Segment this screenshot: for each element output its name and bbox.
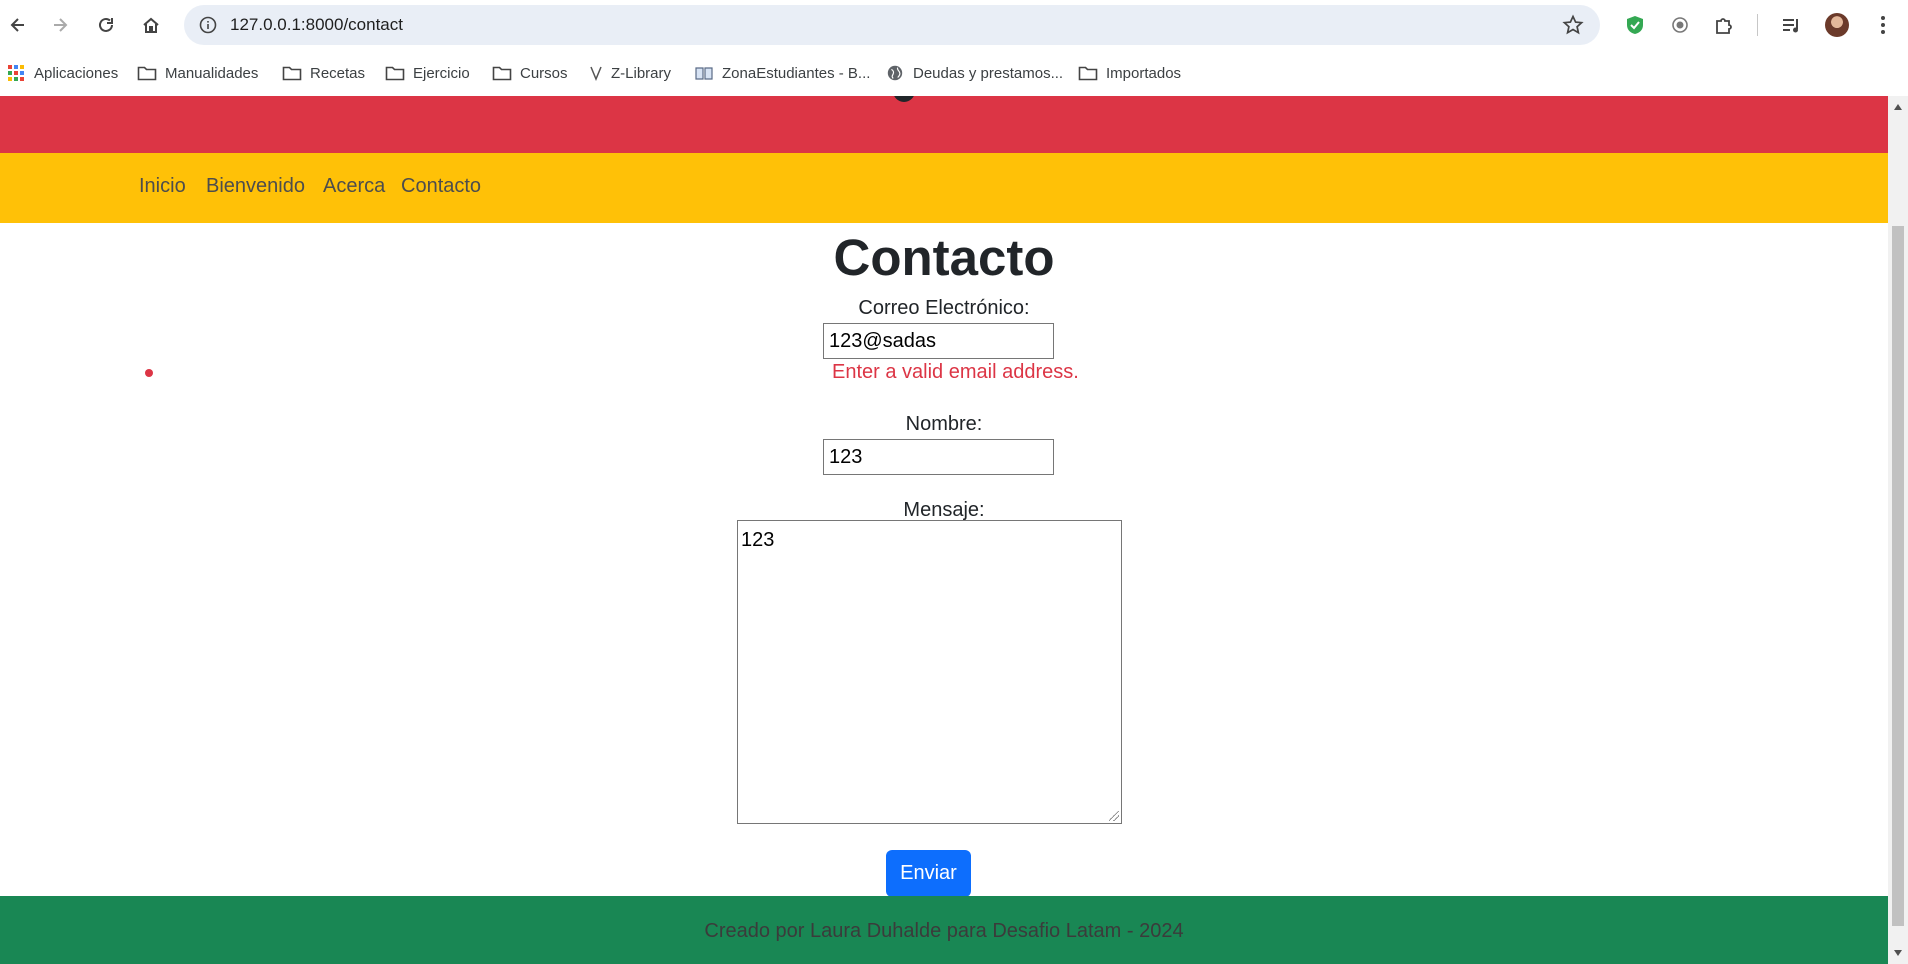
- profile-avatar[interactable]: [1825, 13, 1849, 37]
- scroll-down-arrow-icon[interactable]: [1894, 950, 1902, 956]
- nav-link-inicio[interactable]: Inicio: [139, 173, 186, 199]
- apps-grid-icon: [8, 65, 24, 81]
- nav-link-contacto[interactable]: Contacto: [401, 173, 481, 199]
- zlibrary-icon: [590, 66, 602, 81]
- menu-kebab-icon[interactable]: [1871, 13, 1895, 37]
- bookmark-label: Manualidades: [165, 64, 259, 82]
- record-extension-icon[interactable]: [1668, 13, 1692, 37]
- nav-link-acerca[interactable]: Acerca: [323, 173, 385, 199]
- back-icon[interactable]: [4, 11, 32, 39]
- bookmark-importados[interactable]: Importados: [1078, 62, 1181, 84]
- message-textarea[interactable]: 123: [737, 520, 1122, 824]
- main-navbar: Inicio Bienvenido Acerca Contacto: [0, 153, 1888, 223]
- bookmark-zonaestudiantes[interactable]: ZonaEstudiantes - B...: [694, 62, 870, 84]
- bookmark-ejercicio[interactable]: Ejercicio: [385, 62, 470, 84]
- folder-icon: [492, 66, 512, 81]
- media-playlist-icon[interactable]: [1779, 13, 1803, 37]
- url-text[interactable]: 127.0.0.1:8000/contact: [230, 15, 403, 35]
- folder-icon: [282, 66, 302, 81]
- bookmark-zlibrary[interactable]: Z-Library: [589, 62, 671, 84]
- bookmark-label: Z-Library: [611, 64, 672, 82]
- error-bullet: [145, 369, 153, 377]
- reload-icon[interactable]: [92, 11, 120, 39]
- message-label: Mensaje:: [903, 499, 985, 521]
- scroll-up-arrow-icon[interactable]: [1894, 104, 1902, 110]
- home-icon[interactable]: [137, 11, 165, 39]
- extensions-puzzle-icon[interactable]: [1712, 13, 1736, 37]
- bookmark-recetas[interactable]: Recetas: [282, 62, 365, 84]
- header-band: [0, 96, 1888, 153]
- nav-link-bienvenido[interactable]: Bienvenido: [206, 173, 305, 199]
- bookmark-star-icon[interactable]: [1562, 14, 1584, 36]
- forward-icon[interactable]: [46, 11, 74, 39]
- bookmark-aplicaciones[interactable]: Aplicaciones: [6, 62, 118, 84]
- resize-handle[interactable]: [1109, 811, 1119, 821]
- page-footer: Creado por Laura Duhalde para Desafio La…: [0, 896, 1888, 964]
- footer-text: Creado por Laura Duhalde para Desafio La…: [704, 920, 1184, 942]
- bookmark-label: Aplicaciones: [34, 64, 119, 82]
- scroll-thumb[interactable]: [1892, 226, 1904, 926]
- bookmark-label: Deudas y prestamos...: [913, 64, 1064, 82]
- page-viewport: Inicio Bienvenido Acerca Contacto Contac…: [0, 96, 1888, 964]
- globe-icon: [887, 65, 903, 81]
- bookmark-label: ZonaEstudiantes - B...: [722, 64, 871, 82]
- bookmark-deudas[interactable]: Deudas y prestamos...: [885, 62, 1063, 84]
- header-logo-fragment: [893, 96, 915, 102]
- folder-icon: [137, 66, 157, 81]
- site-info-icon[interactable]: [198, 15, 218, 35]
- email-field[interactable]: 123@sadas: [823, 323, 1054, 359]
- page-title: Contacto: [833, 229, 1055, 286]
- bookmarks-bar: Aplicaciones Manualidades Recetas Ejerci…: [0, 50, 1908, 96]
- book-icon: [695, 67, 713, 80]
- message-text: 123: [741, 529, 775, 551]
- name-label: Nombre:: [905, 413, 983, 435]
- shield-extension-icon[interactable]: [1623, 13, 1647, 37]
- folder-icon: [385, 66, 405, 81]
- address-bar[interactable]: 127.0.0.1:8000/contact: [184, 5, 1600, 45]
- toolbar-separator: [1757, 14, 1758, 36]
- page-scrollbar[interactable]: [1888, 96, 1908, 964]
- bookmark-label: Recetas: [310, 64, 366, 82]
- bookmark-label: Importados: [1106, 64, 1182, 82]
- bookmark-label: Cursos: [520, 64, 568, 82]
- email-error-message: Enter a valid email address.: [832, 361, 1079, 383]
- browser-toolbar: 127.0.0.1:8000/contact: [0, 0, 1908, 50]
- name-field[interactable]: 123: [823, 439, 1054, 475]
- email-label: Correo Electrónico:: [858, 297, 1030, 319]
- submit-button[interactable]: Enviar: [886, 850, 971, 897]
- bookmark-cursos[interactable]: Cursos: [492, 62, 568, 84]
- folder-icon: [1078, 66, 1098, 81]
- bookmark-manualidades[interactable]: Manualidades: [137, 62, 258, 84]
- bookmark-label: Ejercicio: [413, 64, 470, 82]
